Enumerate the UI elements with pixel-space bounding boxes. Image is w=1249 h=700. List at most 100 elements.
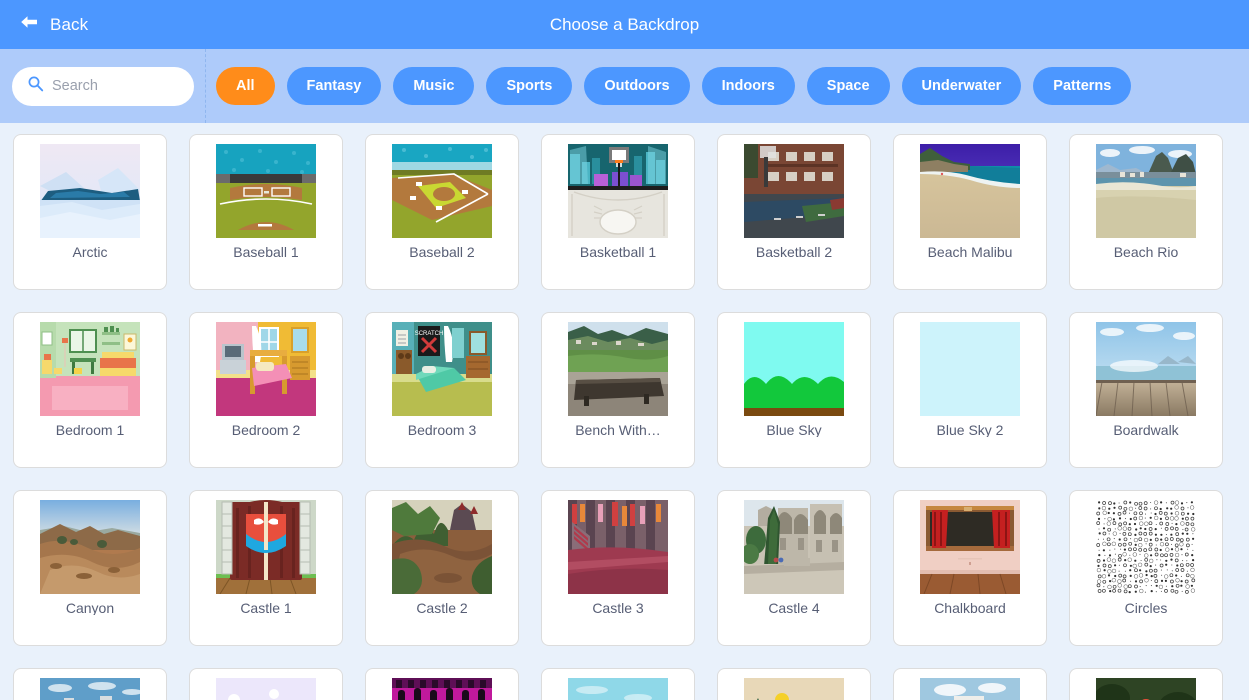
filter-tag-patterns[interactable]: Patterns xyxy=(1033,67,1132,105)
backdrop-thumbnail xyxy=(893,313,1047,421)
filter-bar: All Fantasy Music Sports Outdoors Indoors Spac… xyxy=(0,49,1249,123)
backdrop-label: Chalkboard xyxy=(934,601,1006,615)
beachmalibu-thumbnail-image xyxy=(920,144,1020,238)
backdrop-label: Bedroom 1 xyxy=(55,423,125,437)
bluesky2-thumbnail-image xyxy=(920,322,1020,416)
bedroom2-thumbnail-image xyxy=(216,322,316,416)
backdrop-thumbnail xyxy=(13,491,167,599)
canyon-thumbnail-image xyxy=(40,500,140,594)
backdrop-thumbnail xyxy=(717,135,871,243)
search-input[interactable] xyxy=(52,78,182,94)
backdrop-label: Castle 2 xyxy=(416,601,468,615)
svg-text:SCRATCH: SCRATCH xyxy=(415,331,444,337)
filter-tag-music[interactable]: Music xyxy=(393,67,475,105)
backdrop-card[interactable] xyxy=(893,668,1047,700)
baseball1-thumbnail-image xyxy=(216,144,316,238)
backdrop-card[interactable]: SCRATCH Bedroom 3 xyxy=(365,312,519,468)
backdrop-label: Baseball 1 xyxy=(233,245,299,259)
filter-tag-outdoors[interactable]: Outdoors xyxy=(584,67,690,105)
flowers-thumbnail-image xyxy=(1096,678,1196,700)
backdrop-card[interactable]: Baseball 2 xyxy=(365,134,519,290)
backdrop-thumbnail xyxy=(189,313,343,421)
backdrop-thumbnail xyxy=(893,669,1047,700)
backdrop-thumbnail xyxy=(13,135,167,243)
filter-tag-sports[interactable]: Sports xyxy=(486,67,573,105)
search-icon xyxy=(27,75,44,97)
backdrop-card[interactable]: Bench With… xyxy=(541,312,695,468)
backdrop-card[interactable]: Baseball 1 xyxy=(189,134,343,290)
search-box[interactable] xyxy=(12,66,194,106)
back-label: Back xyxy=(50,14,89,34)
backdrop-thumbnail xyxy=(1069,313,1223,421)
backdrop-card[interactable]: Bedroom 1 xyxy=(13,312,167,468)
backdrop-grid-area[interactable]: Arctic Baseball 1 Baseball 2 Basketball … xyxy=(0,123,1249,700)
backdrop-label: Blue Sky 2 xyxy=(936,423,1004,437)
backdrop-grid: Arctic Baseball 1 Baseball 2 Basketball … xyxy=(13,134,1239,700)
castle1-thumbnail-image xyxy=(216,500,316,594)
castle3-thumbnail-image xyxy=(568,500,668,594)
coral-thumbnail-image xyxy=(568,678,668,700)
backdrop-label: Beach Malibu xyxy=(927,245,1013,259)
basketball2-thumbnail-image xyxy=(744,144,844,238)
backdrop-card[interactable]: Castle 3 xyxy=(541,490,695,646)
backdrop-label: Castle 1 xyxy=(240,601,292,615)
backdrop-card[interactable]: Beach Malibu xyxy=(893,134,1047,290)
filter-tag-fantasy[interactable]: Fantasy xyxy=(286,67,382,105)
backdrop-card[interactable]: Castle 4 xyxy=(717,490,871,646)
bluesky-thumbnail-image xyxy=(744,322,844,416)
backdrop-label: Boardwalk xyxy=(1113,423,1179,437)
filter-tag-all[interactable]: All xyxy=(216,67,275,105)
backdrop-thumbnail xyxy=(893,491,1047,599)
backdrop-thumbnail xyxy=(365,135,519,243)
bedroom3-thumbnail-image: SCRATCH xyxy=(392,322,492,416)
backdrop-card[interactable]: Chalkboard xyxy=(893,490,1047,646)
backdrop-thumbnail xyxy=(893,135,1047,243)
backdrop-label: Castle 4 xyxy=(768,601,820,615)
backdrop-thumbnail xyxy=(365,491,519,599)
backdrop-label: Arctic xyxy=(72,245,108,259)
backdrop-card[interactable] xyxy=(541,668,695,700)
backdrop-card[interactable]: Canyon xyxy=(13,490,167,646)
backdrop-card[interactable]: Basketball 2 xyxy=(717,134,871,290)
city-thumbnail-image xyxy=(40,678,140,700)
backdrop-card[interactable] xyxy=(717,668,871,700)
backdrop-thumbnail xyxy=(1069,135,1223,243)
tag-list: All Fantasy Music Sports Outdoors Indoors Spac… xyxy=(216,67,1237,105)
back-button[interactable]: Back xyxy=(18,13,88,36)
castle2-thumbnail-image xyxy=(392,500,492,594)
backdrop-thumbnail xyxy=(541,669,695,700)
backdrop-thumbnail xyxy=(541,491,695,599)
backdrop-card[interactable]: Castle 2 xyxy=(365,490,519,646)
backdrop-card[interactable]: Blue Sky 2 xyxy=(893,312,1047,468)
backdrop-card[interactable] xyxy=(1069,668,1223,700)
backdrop-card[interactable]: Boardwalk xyxy=(1069,312,1223,468)
page-title: Choose a Backdrop xyxy=(549,14,700,34)
backdrop-card[interactable] xyxy=(365,668,519,700)
filter-tag-space[interactable]: Space xyxy=(806,67,890,105)
backdrop-card[interactable]: Circles xyxy=(1069,490,1223,646)
backdrop-card[interactable]: Castle 1 xyxy=(189,490,343,646)
backdrop-thumbnail xyxy=(365,669,519,700)
backdrop-card[interactable]: Bedroom 2 xyxy=(189,312,343,468)
backdrop-card[interactable]: Basketball 1 xyxy=(541,134,695,290)
backdrop-card[interactable] xyxy=(13,668,167,700)
backdrop-label: Beach Rio xyxy=(1113,245,1179,259)
app-header: Back Choose a Backdrop xyxy=(0,0,1249,49)
backdrop-thumbnail xyxy=(541,313,695,421)
backdrop-card[interactable]: Beach Rio xyxy=(1069,134,1223,290)
bench-thumbnail-image xyxy=(568,322,668,416)
beachrio-thumbnail-image xyxy=(1096,144,1196,238)
filter-tag-underwater[interactable]: Underwater xyxy=(901,67,1022,105)
backdrop-thumbnail xyxy=(189,135,343,243)
backdrop-card[interactable] xyxy=(189,668,343,700)
backdrop-card[interactable]: Blue Sky xyxy=(717,312,871,468)
backdrop-thumbnail xyxy=(189,669,343,700)
backdrop-thumbnail xyxy=(13,669,167,700)
backdrop-label: Bedroom 2 xyxy=(231,423,301,437)
backdrop-thumbnail xyxy=(13,313,167,421)
backdrop-card[interactable]: Arctic xyxy=(13,134,167,290)
backdrop-label: Basketball 1 xyxy=(579,245,657,259)
circles-thumbnail-image xyxy=(1096,500,1196,594)
filter-tag-indoors[interactable]: Indoors xyxy=(701,67,795,105)
filter-divider xyxy=(205,49,206,123)
